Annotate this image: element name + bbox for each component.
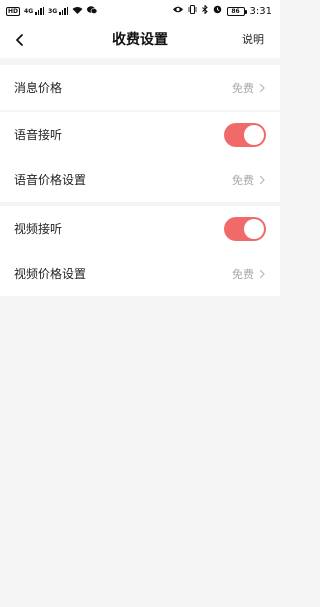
video-answer-toggle[interactable] bbox=[224, 216, 266, 241]
status-bar-right: 86 3:31 bbox=[172, 4, 272, 17]
message-price-label: 消息价格 bbox=[14, 81, 63, 95]
video-section: 视频接听 视频价格设置 免费 bbox=[0, 206, 280, 296]
alarm-icon bbox=[213, 5, 222, 17]
voice-price-row[interactable]: 语音价格设置 免费 bbox=[0, 157, 280, 202]
signal-3g-icon: 3G bbox=[48, 7, 69, 15]
wechat-icon bbox=[87, 5, 98, 17]
page-title: 收费设置 bbox=[112, 32, 168, 48]
toggle-knob bbox=[244, 218, 264, 239]
voice-answer-row: 语音接听 bbox=[0, 112, 280, 157]
voice-price-value: 免费 bbox=[232, 173, 254, 187]
message-price-row[interactable]: 消息价格 免费 bbox=[0, 65, 280, 110]
voice-price-label: 语音价格设置 bbox=[14, 173, 87, 187]
bluetooth-icon bbox=[201, 4, 208, 17]
signal-4g-icon: 4G bbox=[24, 7, 45, 15]
help-button[interactable]: 说明 bbox=[242, 22, 264, 58]
chevron-right-icon bbox=[259, 175, 266, 185]
navigation-bar: 收费设置 说明 bbox=[0, 22, 280, 58]
video-answer-label: 视频接听 bbox=[14, 222, 63, 236]
status-time: 3:31 bbox=[249, 5, 272, 17]
wifi-icon bbox=[72, 6, 83, 17]
chevron-right-icon bbox=[259, 269, 266, 279]
battery-indicator: 86 bbox=[226, 6, 247, 16]
video-price-row[interactable]: 视频价格设置 免费 bbox=[0, 251, 280, 296]
voice-answer-label: 语音接听 bbox=[14, 128, 63, 142]
voice-answer-toggle[interactable] bbox=[224, 122, 266, 147]
chevron-right-icon bbox=[259, 83, 266, 93]
status-bar-left: HD 4G 3G bbox=[6, 5, 98, 17]
video-price-value: 免费 bbox=[232, 267, 254, 281]
hd-icon: HD bbox=[6, 6, 21, 16]
video-price-label: 视频价格设置 bbox=[14, 267, 87, 281]
message-price-value: 免费 bbox=[232, 81, 254, 95]
message-section: 消息价格 免费 bbox=[0, 65, 280, 110]
status-bar: HD 4G 3G 86 3:31 bbox=[0, 0, 280, 22]
video-answer-row: 视频接听 bbox=[0, 206, 280, 251]
vibrate-icon bbox=[188, 5, 197, 17]
toggle-knob bbox=[244, 124, 264, 145]
voice-section: 语音接听 语音价格设置 免费 bbox=[0, 112, 280, 202]
eye-icon bbox=[172, 6, 183, 16]
